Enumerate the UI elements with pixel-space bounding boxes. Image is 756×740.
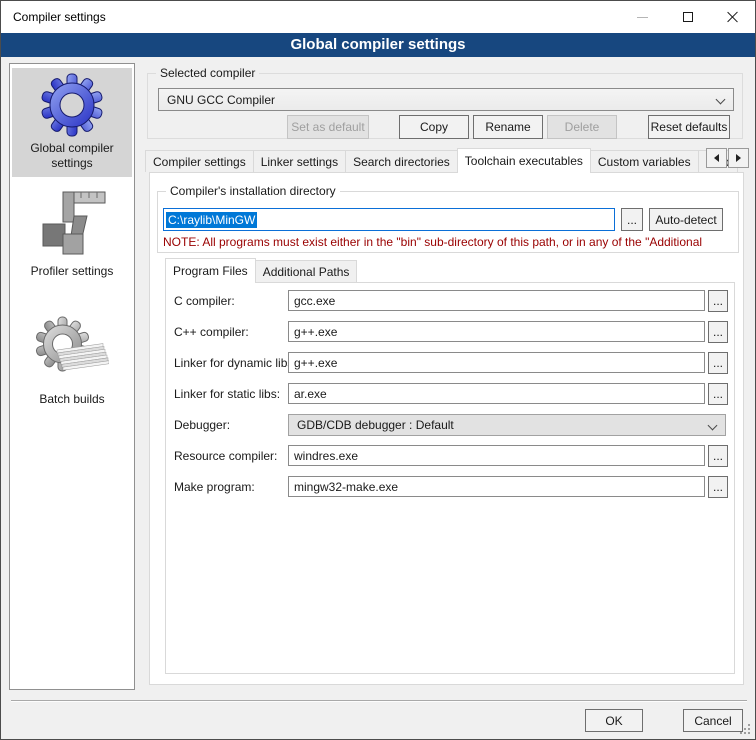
install-dir-selected-text: C:\raylib\MinGW — [166, 212, 257, 228]
c-compiler-label: C compiler: — [174, 294, 235, 308]
tab-toolchain-executables[interactable]: Toolchain executables — [457, 148, 591, 173]
tab-program-files[interactable]: Program Files — [165, 258, 256, 283]
auto-detect-button[interactable]: Auto-detect — [649, 208, 723, 231]
install-dir-group: Compiler's installation directory C:\ray… — [157, 191, 739, 253]
linker-dynamic-label: Linker for dynamic libs: — [174, 356, 297, 370]
window-controls — [620, 1, 755, 33]
reset-defaults-button[interactable]: Reset defaults — [648, 115, 730, 139]
install-dir-note: NOTE: All programs must exist either in … — [163, 235, 735, 249]
make-program-label: Make program: — [174, 480, 255, 494]
maximize-button[interactable] — [665, 1, 710, 33]
linker-dynamic-input[interactable] — [288, 352, 705, 373]
title-bar[interactable]: Compiler settings — [1, 1, 755, 33]
minimize-button[interactable] — [620, 1, 665, 33]
tab-scroll-right-button[interactable] — [728, 148, 749, 168]
tab-compiler-settings[interactable]: Compiler settings — [145, 150, 254, 172]
delete-button[interactable]: Delete — [547, 115, 617, 139]
program-files-page: C compiler: ... C++ compiler: ... Linker… — [165, 282, 735, 674]
selected-compiler-group: Selected compiler GNU GCC Compiler Set a… — [147, 73, 743, 139]
sidebar-item-profiler-settings[interactable]: Profiler settings — [12, 179, 132, 285]
tab-scroll-left-button[interactable] — [706, 148, 727, 168]
resource-compiler-label: Resource compiler: — [174, 449, 277, 463]
sidebar-item-label: Batch builds — [12, 392, 132, 407]
linker-static-browse-button[interactable]: ... — [708, 383, 728, 405]
resize-grip[interactable] — [748, 732, 750, 734]
install-dir-group-label: Compiler's installation directory — [166, 184, 340, 199]
arrow-right-icon — [736, 154, 745, 162]
minimize-icon — [637, 17, 648, 18]
program-files-tabstrip: Program Files Additional Paths — [165, 258, 357, 282]
linker-static-input[interactable] — [288, 383, 705, 404]
blue-gear-icon — [40, 73, 104, 137]
cancel-button[interactable]: Cancel — [683, 709, 743, 732]
sidebar-item-label: Profiler settings — [12, 264, 132, 279]
cpp-compiler-label: C++ compiler: — [174, 325, 249, 339]
sidebar-item-label: Global compiler settings — [12, 141, 132, 171]
rename-button[interactable]: Rename — [473, 115, 543, 139]
arrow-left-icon — [710, 154, 719, 162]
compiler-select-value: GNU GCC Compiler — [167, 93, 275, 107]
resource-compiler-browse-button[interactable]: ... — [708, 445, 728, 467]
selected-compiler-group-label: Selected compiler — [156, 66, 259, 81]
sidebar-item-batch-builds[interactable]: Batch builds — [12, 311, 132, 413]
gray-gear-stack-icon — [35, 316, 109, 388]
chevron-down-icon — [716, 95, 726, 105]
cpp-compiler-input[interactable] — [288, 321, 705, 342]
sidebar-item-global-compiler-settings[interactable]: Global compiler settings — [12, 68, 132, 177]
tab-additional-paths[interactable]: Additional Paths — [255, 260, 358, 282]
install-dir-input[interactable]: C:\raylib\MinGW — [163, 208, 615, 231]
close-icon — [726, 10, 740, 24]
set-as-default-button[interactable]: Set as default — [287, 115, 369, 139]
tab-search-directories[interactable]: Search directories — [345, 150, 458, 172]
c-compiler-browse-button[interactable]: ... — [708, 290, 728, 312]
linker-dynamic-browse-button[interactable]: ... — [708, 352, 728, 374]
caliper-icon — [33, 184, 111, 260]
install-dir-browse-button[interactable]: ... — [621, 208, 643, 231]
debugger-label: Debugger: — [174, 418, 230, 432]
main-tabstrip: Compiler settings Linker settings Search… — [145, 148, 738, 172]
linker-static-label: Linker for static libs: — [174, 387, 280, 401]
tab-linker-settings[interactable]: Linker settings — [253, 150, 346, 172]
compiler-settings-dialog: Compiler settings Global compiler settin… — [0, 0, 756, 740]
compiler-select[interactable]: GNU GCC Compiler — [158, 88, 734, 111]
resource-compiler-input[interactable] — [288, 445, 705, 466]
make-program-browse-button[interactable]: ... — [708, 476, 728, 498]
make-program-input[interactable] — [288, 476, 705, 497]
footer-divider — [11, 700, 747, 702]
ok-button[interactable]: OK — [585, 709, 643, 732]
close-button[interactable] — [710, 1, 755, 33]
window-title: Compiler settings — [13, 1, 106, 33]
debugger-select[interactable]: GDB/CDB debugger : Default — [288, 414, 726, 436]
cpp-compiler-browse-button[interactable]: ... — [708, 321, 728, 343]
maximize-icon — [683, 12, 693, 22]
debugger-select-value: GDB/CDB debugger : Default — [297, 418, 454, 432]
chevron-down-icon — [708, 421, 718, 431]
copy-button[interactable]: Copy — [399, 115, 469, 139]
c-compiler-input[interactable] — [288, 290, 705, 311]
tab-custom-variables[interactable]: Custom variables — [590, 150, 699, 172]
toolchain-executables-page: Compiler's installation directory C:\ray… — [149, 172, 744, 685]
settings-category-list: Global compiler settings Profiler settin… — [9, 63, 135, 690]
page-title: Global compiler settings — [1, 33, 755, 57]
